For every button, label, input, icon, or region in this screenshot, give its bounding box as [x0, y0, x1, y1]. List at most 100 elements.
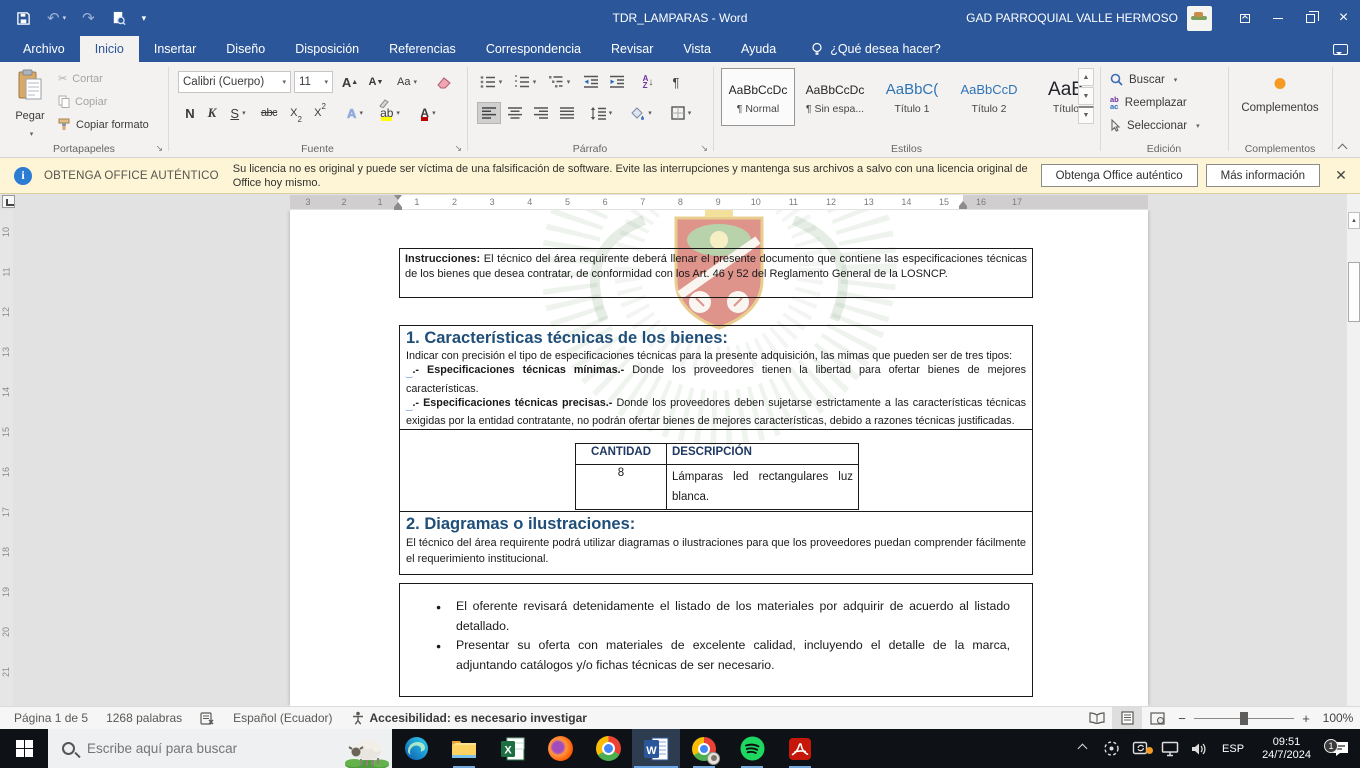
zoom-out-button[interactable]: −: [1172, 711, 1192, 726]
ribbon-tab[interactable]: Correspondencia: [471, 36, 596, 62]
close-button[interactable]: ×: [1327, 0, 1360, 36]
minimize-button[interactable]: [1261, 0, 1294, 36]
read-mode-button[interactable]: [1082, 707, 1112, 729]
paragraph-dialog-launcher-icon[interactable]: ↘: [700, 143, 708, 154]
update-icon[interactable]: [1126, 740, 1155, 757]
shading-button[interactable]: ▾: [625, 102, 657, 124]
borders-button[interactable]: ▾: [665, 102, 697, 124]
text-effects-button[interactable]: A▾: [340, 102, 370, 124]
font-family-select[interactable]: Calibri (Cuerpo)▾: [178, 71, 291, 93]
print-preview-icon[interactable]: [111, 11, 126, 26]
replace-button[interactable]: abac Reemplazar: [1110, 92, 1187, 113]
tell-me-box[interactable]: ¿Qué desea hacer?: [811, 36, 941, 62]
tab-selector[interactable]: [2, 195, 15, 208]
justify-button[interactable]: [555, 102, 579, 124]
strikethrough-button[interactable]: abc: [256, 102, 282, 124]
taskbar-file-explorer-icon[interactable]: [440, 729, 488, 768]
taskbar-excel-icon[interactable]: X: [488, 729, 536, 768]
bold-button[interactable]: N: [180, 102, 200, 124]
ribbon-tab[interactable]: Referencias: [374, 36, 471, 62]
underline-button[interactable]: S▾: [224, 102, 252, 124]
accessibility-status[interactable]: Accesibilidad: es necesario investigar: [351, 711, 587, 725]
taskbar-edge-icon[interactable]: [392, 729, 440, 768]
zoom-level[interactable]: 100%: [1316, 711, 1360, 725]
save-icon[interactable]: [16, 11, 31, 26]
styles-scroll-up-icon[interactable]: ▲: [1078, 68, 1094, 86]
more-info-button[interactable]: Más información: [1206, 164, 1320, 187]
subscript-button[interactable]: X2: [284, 102, 308, 124]
style-card[interactable]: AaBbCcD Título 2: [952, 68, 1026, 126]
paste-button[interactable]: Pegar ▾: [6, 67, 54, 140]
word-count[interactable]: 1268 palabras: [106, 711, 182, 725]
account-avatar[interactable]: [1187, 6, 1212, 31]
action-center-icon[interactable]: 1: [1320, 740, 1360, 757]
increase-indent-button[interactable]: [605, 71, 629, 93]
proofing-status-icon[interactable]: [200, 711, 215, 725]
taskbar-spotify-icon[interactable]: [728, 729, 776, 768]
ribbon-display-options-icon[interactable]: [1228, 0, 1261, 36]
ribbon-tab[interactable]: Diseño: [211, 36, 280, 62]
superscript-button[interactable]: X2: [308, 102, 332, 124]
align-right-button[interactable]: [529, 102, 553, 124]
zoom-slider[interactable]: [1194, 718, 1294, 719]
font-dialog-launcher-icon[interactable]: ↘: [454, 143, 462, 154]
print-layout-button[interactable]: [1112, 707, 1142, 729]
show-marks-button[interactable]: ¶: [665, 71, 687, 93]
taskbar-search[interactable]: [48, 729, 392, 768]
ribbon-tab[interactable]: Revisar: [596, 36, 668, 62]
taskbar-chrome-profile-icon[interactable]: [680, 729, 728, 768]
styles-more-icon[interactable]: ▼: [1078, 106, 1094, 124]
get-genuine-office-button[interactable]: Obtenga Office auténtico: [1041, 164, 1198, 187]
format-painter-button[interactable]: Copiar formato: [58, 118, 149, 131]
feedback-icon[interactable]: [1333, 36, 1348, 62]
align-center-button[interactable]: [503, 102, 527, 124]
font-color-button[interactable]: A ▾: [412, 102, 444, 124]
clear-formatting-button[interactable]: [432, 71, 456, 93]
font-size-select[interactable]: 11▾: [294, 71, 333, 93]
vertical-scrollbar[interactable]: ▲: [1346, 194, 1360, 706]
taskbar-firefox-icon[interactable]: [536, 729, 584, 768]
style-card[interactable]: AaBbCcDc ¶ Sin espa...: [798, 68, 872, 126]
taskbar-word-icon[interactable]: W: [632, 729, 680, 768]
zoom-in-button[interactable]: +: [1296, 711, 1316, 726]
redo-icon[interactable]: ↷: [82, 9, 95, 27]
right-indent-marker-base[interactable]: [959, 206, 967, 209]
align-left-button[interactable]: [477, 102, 501, 124]
scrollbar-thumb[interactable]: [1348, 262, 1360, 322]
clock[interactable]: 09:51 24/7/2024: [1253, 736, 1320, 762]
search-input[interactable]: [87, 741, 327, 756]
sort-button[interactable]: AZ↓: [635, 71, 661, 93]
zoom-slider-thumb[interactable]: [1240, 712, 1248, 725]
style-card[interactable]: AaBbC( Título 1: [875, 68, 949, 126]
show-hidden-icons-chevron[interactable]: [1068, 745, 1097, 752]
customize-qat-icon[interactable]: ▾: [142, 13, 147, 24]
highlight-button[interactable]: ab ▾: [374, 102, 406, 124]
addins-dot-icon[interactable]: [1275, 78, 1286, 89]
numbered-list-button[interactable]: ▾: [511, 71, 539, 93]
restore-button[interactable]: [1294, 0, 1327, 36]
undo-icon[interactable]: ↶▾: [47, 9, 66, 27]
clipboard-dialog-launcher-icon[interactable]: ↘: [155, 143, 163, 154]
start-button[interactable]: [0, 729, 48, 768]
page-count[interactable]: Página 1 de 5: [14, 711, 88, 725]
taskbar-acrobat-icon[interactable]: [776, 729, 824, 768]
styles-scroll-down-icon[interactable]: ▼: [1078, 87, 1094, 105]
collapse-ribbon-icon[interactable]: [1339, 143, 1351, 151]
ribbon-tab[interactable]: Inicio: [80, 36, 139, 62]
ribbon-tab[interactable]: Ayuda: [726, 36, 791, 62]
addins-button[interactable]: Complementos: [1228, 102, 1332, 114]
change-case-button[interactable]: Aa▾: [392, 71, 422, 93]
network-icon[interactable]: [1155, 741, 1184, 757]
select-button[interactable]: Seleccionar▾: [1110, 115, 1200, 136]
ribbon-tab[interactable]: Disposición: [280, 36, 374, 62]
ribbon-tab[interactable]: Insertar: [139, 36, 211, 62]
multilevel-list-button[interactable]: ▾: [545, 71, 573, 93]
ribbon-tab[interactable]: Archivo: [8, 36, 80, 62]
language-status[interactable]: Español (Ecuador): [233, 711, 332, 725]
warning-close-icon[interactable]: ✕: [1328, 167, 1354, 184]
language-indicator[interactable]: ESP: [1213, 743, 1253, 755]
style-card[interactable]: AaBbCcDc ¶ Normal: [721, 68, 795, 126]
volume-icon[interactable]: [1184, 741, 1213, 757]
meet-now-icon[interactable]: [1097, 740, 1126, 757]
line-spacing-button[interactable]: ▾: [585, 102, 617, 124]
